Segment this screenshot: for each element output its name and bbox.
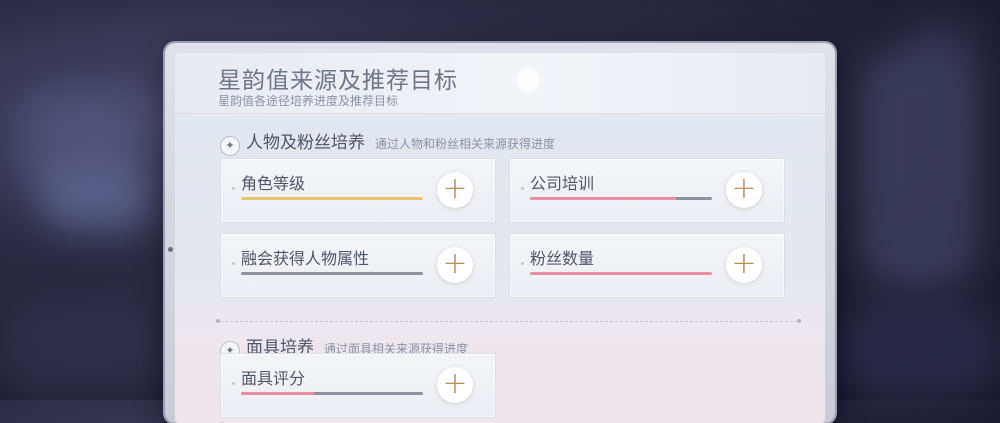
progress-bar	[530, 272, 712, 275]
card-label: 角色等级	[241, 174, 306, 193]
background-blur	[0, 300, 170, 400]
add-button[interactable]: +	[437, 367, 473, 403]
panel-title: 星韵值来源及推荐目标	[218, 68, 458, 94]
background-blur	[840, 300, 1000, 400]
progress-bar	[241, 197, 423, 200]
section-header-character: ✦ 人物及粉丝培养 通过人物和粉丝相关来源获得进度	[220, 128, 556, 156]
card-role-level[interactable]: 角色等级 +	[220, 158, 496, 223]
panel-subtitle: 星韵值各途径培养进度及推荐目标	[218, 94, 399, 108]
sparkle-icon: ✦	[220, 136, 240, 156]
card-fan-count[interactable]: 粉丝数量 +	[509, 233, 785, 298]
background-blur	[900, 20, 980, 80]
dialog-frame: 星韵值来源及推荐目标 星韵值各途径培养进度及推荐目标 ✦ 人物及粉丝培养 通过人…	[165, 43, 835, 423]
section-description: 通过人物和粉丝相关来源获得进度	[375, 137, 556, 151]
card-bullet	[232, 187, 235, 190]
section-divider	[220, 321, 798, 322]
section-title: 人物及粉丝培养	[246, 133, 365, 153]
card-label: 融会获得人物属性	[241, 249, 370, 268]
progress-fill	[530, 272, 712, 275]
progress-bar	[530, 197, 712, 200]
add-button[interactable]: +	[437, 172, 473, 208]
frame-indicator	[168, 247, 173, 252]
background-blur	[40, 170, 150, 230]
progress-fill	[241, 197, 423, 200]
add-button[interactable]: +	[726, 247, 762, 283]
star-value-panel[interactable]: 星韵值来源及推荐目标 星韵值各途径培养进度及推荐目标 ✦ 人物及粉丝培养 通过人…	[175, 53, 825, 423]
card-mask-score[interactable]: 面具评分 +	[220, 353, 496, 418]
card-label: 粉丝数量	[530, 249, 595, 268]
progress-fill	[241, 392, 314, 395]
glow-decoration	[515, 67, 541, 93]
card-company-training[interactable]: 公司培训 +	[509, 158, 785, 223]
background-blur	[860, 50, 980, 290]
card-label: 公司培训	[530, 174, 595, 193]
card-bullet	[521, 187, 524, 190]
card-character-attributes[interactable]: 融会获得人物属性 +	[220, 233, 496, 298]
card-label: 面具评分	[241, 369, 306, 388]
progress-bar	[241, 272, 423, 275]
card-bullet	[521, 262, 524, 265]
progress-fill	[530, 197, 676, 200]
divider-dot	[797, 319, 801, 323]
card-bullet	[232, 262, 235, 265]
add-button[interactable]: +	[726, 172, 762, 208]
card-bullet	[232, 382, 235, 385]
divider-dot	[216, 319, 220, 323]
progress-bar	[241, 392, 423, 395]
add-button[interactable]: +	[437, 247, 473, 283]
